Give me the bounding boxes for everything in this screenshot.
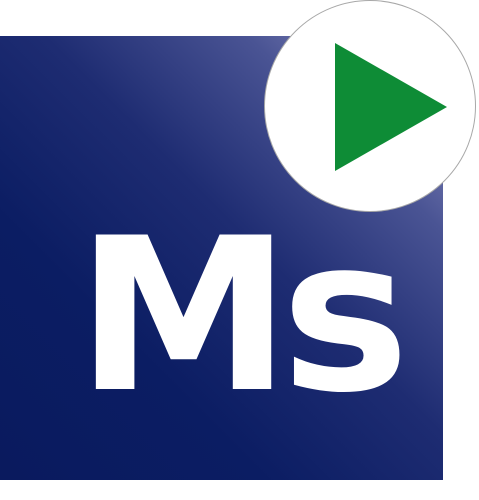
- play-badge: [264, 0, 476, 212]
- play-icon: [335, 43, 447, 171]
- logo-text: Ms: [76, 192, 410, 439]
- app-icon: Ms: [0, 0, 479, 500]
